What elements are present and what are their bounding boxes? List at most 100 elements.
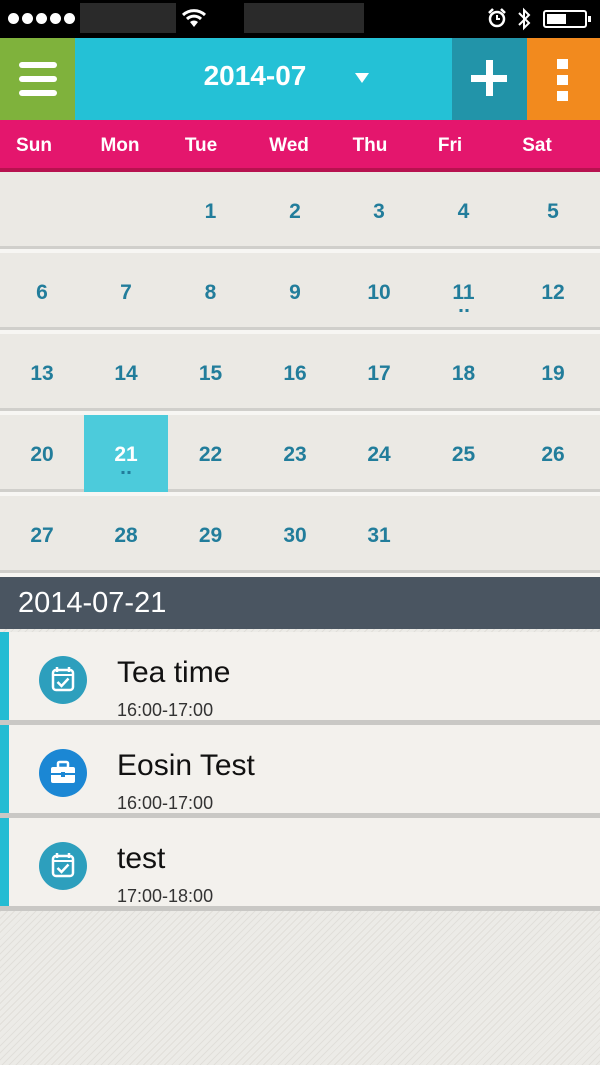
calendar-day-2[interactable]: 2 xyxy=(253,172,337,249)
calendar-day-26[interactable]: 26 xyxy=(506,415,600,492)
calendar-day-6[interactable]: 6 xyxy=(0,253,84,330)
event-title: test xyxy=(117,842,166,875)
app-header: 2014-07 xyxy=(0,38,600,120)
calendar-day-number: 7 xyxy=(120,281,132,304)
calendar-day-23[interactable]: 23 xyxy=(253,415,337,492)
calendar-day-28[interactable]: 28 xyxy=(84,496,168,573)
weekday-header: Sun Mon Tue Wed Thu Fri Sat xyxy=(0,120,600,172)
more-options-button[interactable] xyxy=(527,38,600,120)
calendar-day-number: 3 xyxy=(373,200,385,223)
calendar-day-number: 15 xyxy=(198,362,223,385)
event-title: Eosin Test xyxy=(117,749,255,782)
weekday-label: Wed xyxy=(269,135,309,156)
calendar-day-number: 22 xyxy=(198,443,223,466)
calendar-day-27[interactable]: 27 xyxy=(0,496,84,573)
event-item[interactable]: Tea time 16:00-17:00 xyxy=(0,632,600,725)
event-item[interactable]: Eosin Test 16:00-17:00 xyxy=(0,725,600,818)
calendar-day-7[interactable]: 7 xyxy=(84,253,168,330)
calendar-day-31[interactable]: 31 xyxy=(337,496,421,573)
calendar-day-number: 25 xyxy=(451,443,476,466)
calendar-day-5[interactable]: 5 xyxy=(506,172,600,249)
calendar-week-row: 27 28 29 30 31 xyxy=(0,496,600,573)
event-item[interactable]: test 17:00-18:00 xyxy=(0,818,600,911)
calendar-day-number: 23 xyxy=(283,443,307,466)
calendar-week-row: 13 14 15 16 17 18 19 xyxy=(0,334,600,411)
menu-button[interactable] xyxy=(0,38,75,120)
calendar-day-3[interactable]: 3 xyxy=(337,172,421,249)
calendar-day-24[interactable]: 24 xyxy=(337,415,421,492)
calendar-day-number: 10 xyxy=(367,281,391,304)
wifi-icon xyxy=(181,9,207,27)
battery-icon xyxy=(543,10,591,28)
event-accent xyxy=(0,725,9,813)
calendar-day-number: 28 xyxy=(114,524,138,547)
event-accent xyxy=(0,818,9,906)
calendar-day-number: 12 xyxy=(541,281,565,304)
calendar-day-21[interactable]: 21 xyxy=(84,415,168,492)
calendar-day-4[interactable]: 4 xyxy=(421,172,506,249)
calendar-day-15[interactable]: 15 xyxy=(168,334,253,411)
redacted-carrier xyxy=(80,3,176,33)
calendar-day-22[interactable]: 22 xyxy=(168,415,253,492)
calendar-check-icon xyxy=(39,656,87,704)
calendar-day-number: 9 xyxy=(289,281,301,304)
calendar-day-number: 31 xyxy=(367,524,391,547)
bluetooth-icon xyxy=(518,7,531,31)
signal-icon xyxy=(8,13,75,24)
calendar-day-29[interactable]: 29 xyxy=(168,496,253,573)
weekday-label: Tue xyxy=(184,135,218,156)
calendar-day-number: 1 xyxy=(204,200,217,223)
calendar-day-14[interactable]: 14 xyxy=(84,334,168,411)
calendar-day-number: 19 xyxy=(541,362,565,385)
event-time: 17:00-18:00 xyxy=(117,886,214,906)
calendar-day-number: 14 xyxy=(114,362,138,385)
calendar-day-30[interactable]: 30 xyxy=(253,496,337,573)
calendar-week-row: 6 7 8 9 10 11 12 xyxy=(0,253,600,330)
calendar-empty-cell xyxy=(0,172,84,249)
event-title: Tea time xyxy=(117,656,231,689)
calendar-day-18[interactable]: 18 xyxy=(421,334,506,411)
alarm-icon xyxy=(488,8,506,28)
add-event-button[interactable] xyxy=(452,38,527,120)
weekday-label: Mon xyxy=(100,135,140,156)
calendar-day-10[interactable]: 10 xyxy=(337,253,421,330)
month-selector[interactable]: 2014-07 xyxy=(75,38,452,120)
calendar-day-number: 8 xyxy=(204,281,217,304)
calendar-day-number: 5 xyxy=(547,200,559,223)
calendar-day-25[interactable]: 25 xyxy=(421,415,506,492)
calendar-day-number: 29 xyxy=(198,524,223,547)
calendar-grid: 1 2 3 4 5 6 7 8 9 10 11 12 13 14 15 16 17 18 19 20 21 22 23 24 2… xyxy=(0,172,600,578)
calendar-day-number: 6 xyxy=(36,281,48,304)
calendar-day-1[interactable]: 1 xyxy=(168,172,253,249)
calendar-day-13[interactable]: 13 xyxy=(0,334,84,411)
calendar-day-number: 4 xyxy=(457,200,470,223)
calendar-empty-cell xyxy=(506,496,600,573)
calendar-day-number: 21 xyxy=(114,443,138,466)
caret-down-icon xyxy=(355,73,369,83)
calendar-day-number: 17 xyxy=(367,362,391,385)
selected-date-bar: 2014-07-21 xyxy=(0,577,600,629)
calendar-day-number: 24 xyxy=(367,443,391,466)
calendar-day-number: 18 xyxy=(451,362,476,385)
month-title: 2014-07 xyxy=(203,60,307,91)
briefcase-icon xyxy=(39,749,87,797)
calendar-day-20[interactable]: 20 xyxy=(0,415,84,492)
calendar-day-19[interactable]: 19 xyxy=(506,334,600,411)
calendar-week-row: 1 2 3 4 5 xyxy=(0,172,600,249)
calendar-week-row: 20 21 22 23 24 25 26 xyxy=(0,415,600,492)
calendar-day-number: 16 xyxy=(283,362,307,385)
weekday-label: Sun xyxy=(16,135,52,156)
calendar-day-11[interactable]: 11 xyxy=(421,253,506,330)
calendar-day-12[interactable]: 12 xyxy=(506,253,600,330)
calendar-empty-cell xyxy=(84,172,168,249)
calendar-day-number: 27 xyxy=(30,524,54,547)
calendar-day-number: 2 xyxy=(289,200,301,223)
selected-date: 2014-07-21 xyxy=(18,587,167,619)
calendar-day-8[interactable]: 8 xyxy=(168,253,253,330)
event-time: 16:00-17:00 xyxy=(117,793,214,813)
calendar-empty-cell xyxy=(421,496,506,573)
calendar-day-17[interactable]: 17 xyxy=(337,334,421,411)
weekday-label: Sat xyxy=(522,135,552,156)
calendar-day-9[interactable]: 9 xyxy=(253,253,337,330)
calendar-day-16[interactable]: 16 xyxy=(253,334,337,411)
